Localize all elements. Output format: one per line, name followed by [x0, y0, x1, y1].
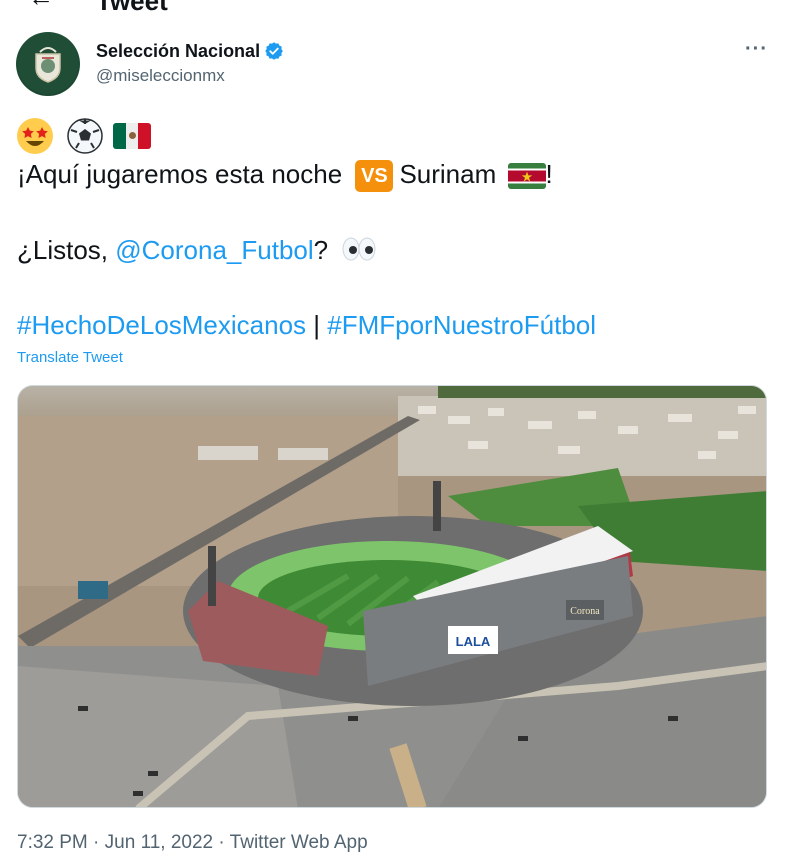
tweet-source: Twitter Web App [229, 832, 368, 853]
tweet-media-photo[interactable]: LALA Corona [17, 385, 767, 808]
meta-separator: · [87, 832, 105, 853]
soccer-ball-emoji [67, 118, 103, 154]
page-title: Tweet [96, 0, 168, 14]
tweet-text-line-1: ¡Aquí jugaremos esta noche VS Surinam ! [17, 158, 553, 193]
tweet-text-segment: ¡Aquí jugaremos esta noche [17, 159, 343, 189]
top-bar: ← Tweet [0, 0, 800, 14]
mexico-flag-emoji [113, 123, 151, 150]
eyes-emoji [341, 236, 377, 268]
author-display-name[interactable]: Selección Nacional [96, 41, 260, 62]
more-options-icon[interactable]: ··· [745, 38, 768, 61]
tweet-text-segment: ! [545, 159, 553, 189]
tweet-time[interactable]: 7:32 PM [17, 832, 88, 853]
hashtag-link[interactable]: #HechoDeLosMexicanos [17, 310, 306, 340]
star-struck-emoji [17, 118, 53, 155]
verified-badge-icon [265, 42, 283, 60]
federation-crest-icon [18, 34, 78, 94]
tweet-date[interactable]: Jun 11, 2022 [105, 832, 213, 853]
vs-button-emoji: VS [355, 160, 394, 193]
suriname-flag-emoji [507, 163, 546, 190]
tweet-meta: 7:32 PM · Jun 11, 2022 · Twitter Web App [17, 832, 368, 854]
hashtag-line: #HechoDeLosMexicanos | #FMFporNuestroFút… [17, 309, 596, 341]
meta-separator: · [213, 832, 230, 853]
hashtag-separator: | [306, 310, 328, 340]
back-arrow-icon[interactable]: ← [28, 0, 54, 13]
emoji-line [17, 118, 151, 155]
hashtag-link[interactable]: #FMFporNuestroFútbol [327, 310, 596, 340]
translate-tweet-link[interactable]: Translate Tweet [17, 349, 123, 366]
tweet-text-segment: ¿Listos, [17, 235, 116, 265]
lala-sign: LALA [456, 634, 491, 649]
mention-link[interactable]: @Corona_Futbol [115, 235, 313, 265]
tweet-text-segment: Surinam [399, 159, 497, 189]
corona-sign: Corona [570, 606, 600, 617]
stadium-photo: LALA Corona [18, 386, 766, 807]
tweet-text-line-2: ¿Listos, @Corona_Futbol? [17, 234, 377, 268]
avatar[interactable] [16, 32, 80, 96]
tweet-text-segment: ? [313, 235, 329, 265]
author-name-row[interactable]: Selección Nacional [96, 40, 284, 62]
author-handle[interactable]: @miseleccionmx [96, 66, 225, 86]
